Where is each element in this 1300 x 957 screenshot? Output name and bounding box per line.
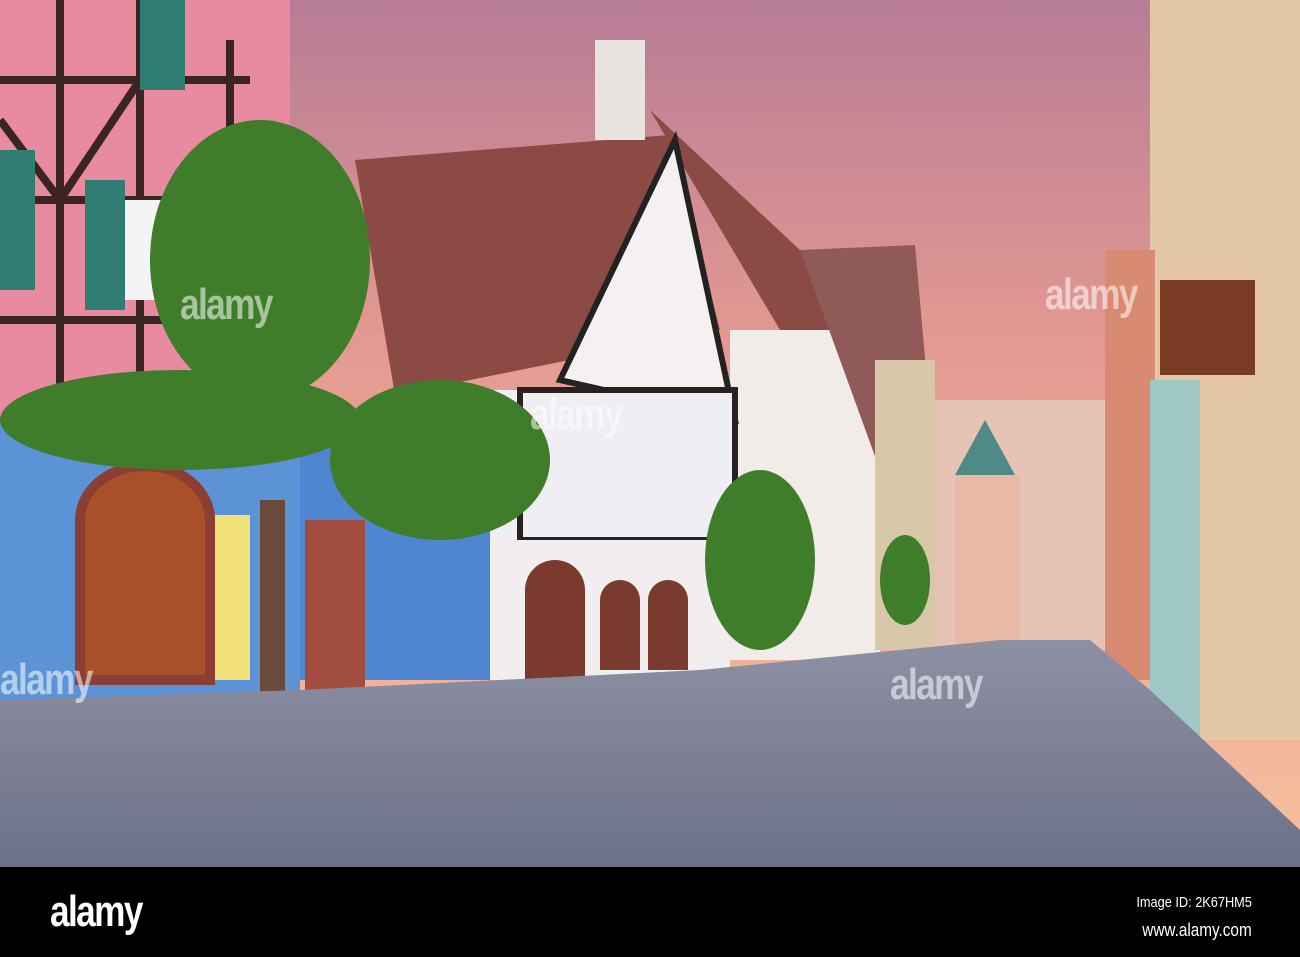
footer-bar: alamy Image ID: 2K67HM5 www.alamy.com bbox=[0, 867, 1300, 957]
teal-facade bbox=[1150, 380, 1200, 750]
watermark: alamy bbox=[180, 280, 273, 329]
chimney bbox=[595, 40, 645, 140]
vine-trunk bbox=[260, 500, 285, 700]
yellow-panel bbox=[215, 515, 250, 680]
alamy-logo: alamy bbox=[50, 887, 143, 936]
watermark: alamy bbox=[0, 655, 93, 704]
image-id: Image ID: 2K67HM5 bbox=[1136, 894, 1252, 911]
watermark: alamy bbox=[1045, 270, 1138, 319]
street-scene-photo bbox=[0, 0, 1300, 867]
hanging-sign bbox=[1160, 280, 1255, 375]
stock-photo: alamy alamy alamy alamy alamy alamy Imag… bbox=[0, 0, 1300, 957]
distant-tower bbox=[955, 475, 1020, 645]
watermark: alamy bbox=[530, 390, 623, 439]
stone-pillar bbox=[305, 520, 365, 690]
arched-door bbox=[75, 460, 215, 685]
site-url: www.alamy.com bbox=[1142, 920, 1252, 940]
watermark: alamy bbox=[890, 660, 983, 709]
